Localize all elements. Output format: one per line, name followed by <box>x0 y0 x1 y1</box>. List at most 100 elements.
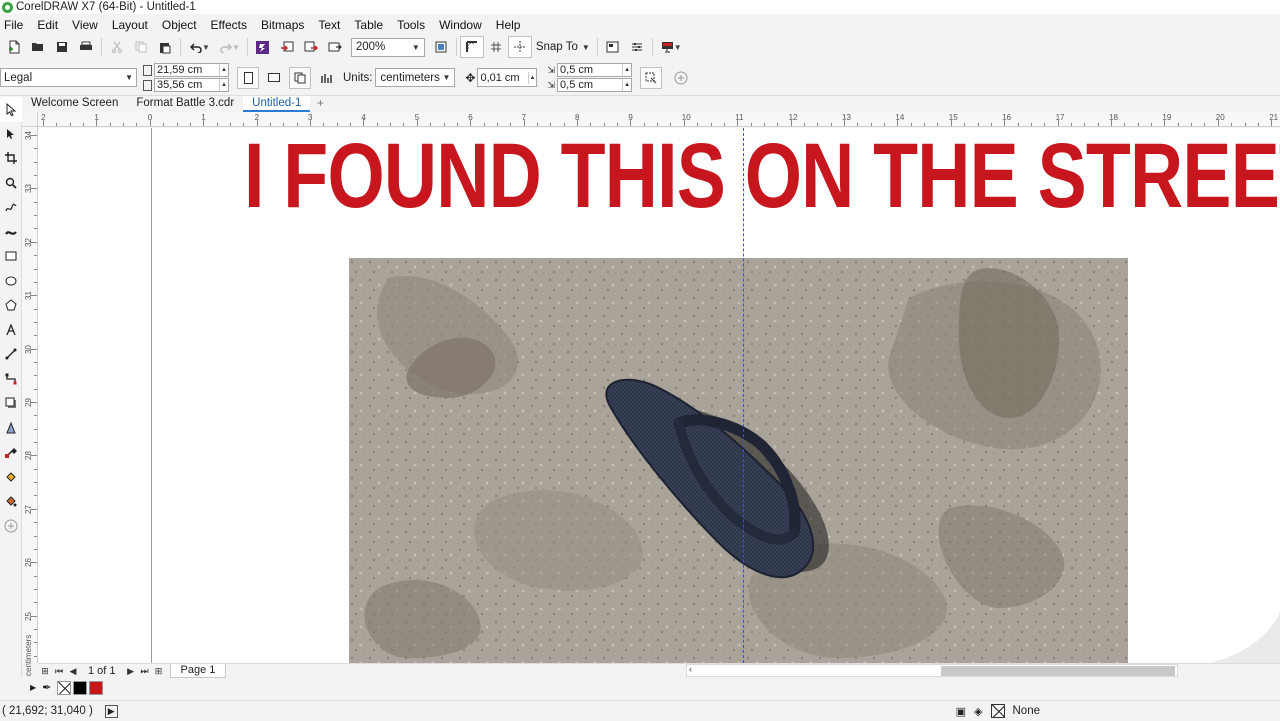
tab-welcome-screen[interactable]: Welcome Screen <box>22 96 127 112</box>
options-icon[interactable] <box>625 36 649 58</box>
freehand-tool-icon[interactable] <box>0 195 22 220</box>
search-content-icon[interactable] <box>251 36 275 58</box>
redo-dropdown-icon[interactable]: ▼ <box>232 43 240 52</box>
snap-to-dropdown[interactable]: Snap To ▼ <box>532 41 594 53</box>
rectangle-tool-icon[interactable] <box>0 244 22 269</box>
duplicate-x-input[interactable]: 0,5 cm ▲ <box>557 63 633 77</box>
color-eyedropper-tool-icon[interactable] <box>0 440 22 465</box>
menu-layout[interactable]: Layout <box>105 18 155 32</box>
zoom-level-combo[interactable]: 200% ▼ <box>350 37 425 57</box>
next-page-icon[interactable]: ▶ <box>124 666 138 677</box>
headline-text[interactable]: I FOUND THIS ON THE STREET <box>244 128 1280 224</box>
new-document-icon[interactable] <box>2 36 26 58</box>
polygon-tool-icon[interactable] <box>0 293 22 318</box>
treat-as-filled-icon[interactable] <box>640 66 663 89</box>
page-tab[interactable]: Page 1 <box>169 664 227 678</box>
ruler-origin[interactable] <box>22 112 38 127</box>
status-expand-icon[interactable]: ▶ <box>104 704 118 718</box>
scroll-left-icon[interactable]: ‹ <box>689 664 692 674</box>
units-combo[interactable]: centimeters ▼ <box>375 68 456 87</box>
add-page-after-icon[interactable]: ⊞ <box>152 666 166 677</box>
scrollbar-thumb[interactable] <box>941 666 1175 676</box>
show-rulers-icon[interactable] <box>459 36 484 58</box>
color-swatch-black[interactable] <box>73 680 88 695</box>
first-page-icon[interactable]: ⏮ <box>52 666 66 677</box>
open-folder-icon[interactable] <box>26 36 50 58</box>
paste-icon[interactable] <box>153 36 177 58</box>
crop-tool-icon[interactable] <box>0 146 22 171</box>
show-grid-icon[interactable] <box>484 36 508 58</box>
tab-untitled-1[interactable]: Untitled-1 <box>243 96 311 112</box>
eyedropper-icon[interactable]: ✒ <box>42 681 51 694</box>
no-color-swatch[interactable] <box>57 680 72 695</box>
menu-edit[interactable]: Edit <box>30 18 65 32</box>
save-icon[interactable] <box>50 36 74 58</box>
spinner-icon[interactable]: ▲ <box>219 79 228 91</box>
menu-effects[interactable]: Effects <box>204 18 254 32</box>
nudge-distance-input[interactable]: 0,01 cm ▲ <box>477 68 538 87</box>
spinner-icon[interactable]: ▲ <box>219 64 228 76</box>
landscape-orientation-icon[interactable] <box>263 67 285 89</box>
drop-shadow-tool-icon[interactable] <box>0 391 22 416</box>
all-pages-icon[interactable] <box>289 66 311 89</box>
no-fill-icon[interactable] <box>990 704 1005 718</box>
shape-tool-icon[interactable] <box>0 122 22 147</box>
menu-view[interactable]: View <box>65 18 105 32</box>
pick-tool-icon[interactable] <box>0 97 22 122</box>
print-icon[interactable] <box>74 36 98 58</box>
spinner-icon[interactable]: ▲ <box>622 79 631 91</box>
add-property-icon[interactable] <box>670 67 692 89</box>
menu-tools[interactable]: Tools <box>390 18 432 32</box>
portrait-orientation-icon[interactable] <box>237 66 259 89</box>
menu-bitmaps[interactable]: Bitmaps <box>254 18 311 32</box>
current-page-icon[interactable] <box>315 67 337 89</box>
menu-window[interactable]: Window <box>432 18 489 32</box>
import-icon[interactable] <box>275 36 299 58</box>
page-width-input[interactable]: 21,59 cm ▲ <box>154 63 229 77</box>
horizontal-ruler[interactable]: 2 1 0 1 2 3 4 5 6 7 8 9 10 11 12 13 14 15 16 17 18 19 20 21 <box>38 112 1280 127</box>
color-proof-icon[interactable]: ▣ <box>956 705 966 718</box>
fill-bucket-icon[interactable]: ◈ <box>974 705 982 718</box>
full-screen-preview-icon[interactable] <box>429 36 453 58</box>
cut-icon[interactable] <box>105 36 129 58</box>
drawing-canvas[interactable]: I FOUND THIS ON THE STREET <box>38 128 1280 663</box>
text-tool-icon[interactable] <box>0 318 22 343</box>
zoom-tool-icon[interactable] <box>0 171 22 196</box>
menu-table[interactable]: Table <box>347 18 390 32</box>
menu-file[interactable]: File <box>4 18 30 32</box>
color-swatch-red[interactable] <box>89 680 104 695</box>
undo-dropdown-icon[interactable]: ▼ <box>202 43 210 52</box>
customize-toolbox-icon[interactable] <box>0 514 22 539</box>
ellipse-tool-icon[interactable] <box>0 269 22 294</box>
show-guidelines-icon[interactable] <box>507 36 532 58</box>
smart-fill-tool-icon[interactable] <box>0 489 22 514</box>
welcome-screen-icon[interactable] <box>601 36 625 58</box>
parallel-dimension-tool-icon[interactable] <box>0 342 22 367</box>
street-photo[interactable] <box>349 258 1128 663</box>
previous-page-icon[interactable]: ◀ <box>66 666 80 677</box>
palette-expand-icon[interactable]: ▶ <box>30 683 36 692</box>
tab-format-battle-3[interactable]: Format Battle 3.cdr <box>127 96 243 112</box>
duplicate-y-input[interactable]: 0,5 cm ▲ <box>557 78 633 92</box>
page-height-input[interactable]: 35,56 cm ▲ <box>154 78 229 92</box>
horizontal-scrollbar[interactable]: ‹ <box>686 664 1178 677</box>
transparency-tool-icon[interactable] <box>0 416 22 441</box>
add-page-before-icon[interactable]: ⊞ <box>38 666 52 677</box>
artistic-media-tool-icon[interactable] <box>0 220 22 245</box>
menu-object[interactable]: Object <box>155 18 204 32</box>
launcher-dropdown-icon[interactable]: ▼ <box>674 43 682 52</box>
menu-text[interactable]: Text <box>311 18 347 32</box>
vertical-guideline[interactable] <box>743 128 744 663</box>
spinner-icon[interactable]: ▲ <box>622 64 631 76</box>
last-page-icon[interactable]: ⏭ <box>138 666 152 677</box>
publish-pdf-icon[interactable] <box>323 36 347 58</box>
interactive-fill-tool-icon[interactable] <box>0 465 22 490</box>
spinner-icon[interactable]: ▲ <box>527 71 537 84</box>
vertical-ruler[interactable]: 34 33 32 31 30 29 28 27 26 25 <box>22 127 38 663</box>
menu-help[interactable]: Help <box>489 18 528 32</box>
add-tab-icon[interactable]: + <box>312 97 328 111</box>
paper-size-combo[interactable]: Legal ▼ <box>0 68 137 87</box>
connector-tool-icon[interactable] <box>0 367 22 392</box>
export-icon[interactable] <box>299 36 323 58</box>
copy-icon[interactable] <box>129 36 153 58</box>
